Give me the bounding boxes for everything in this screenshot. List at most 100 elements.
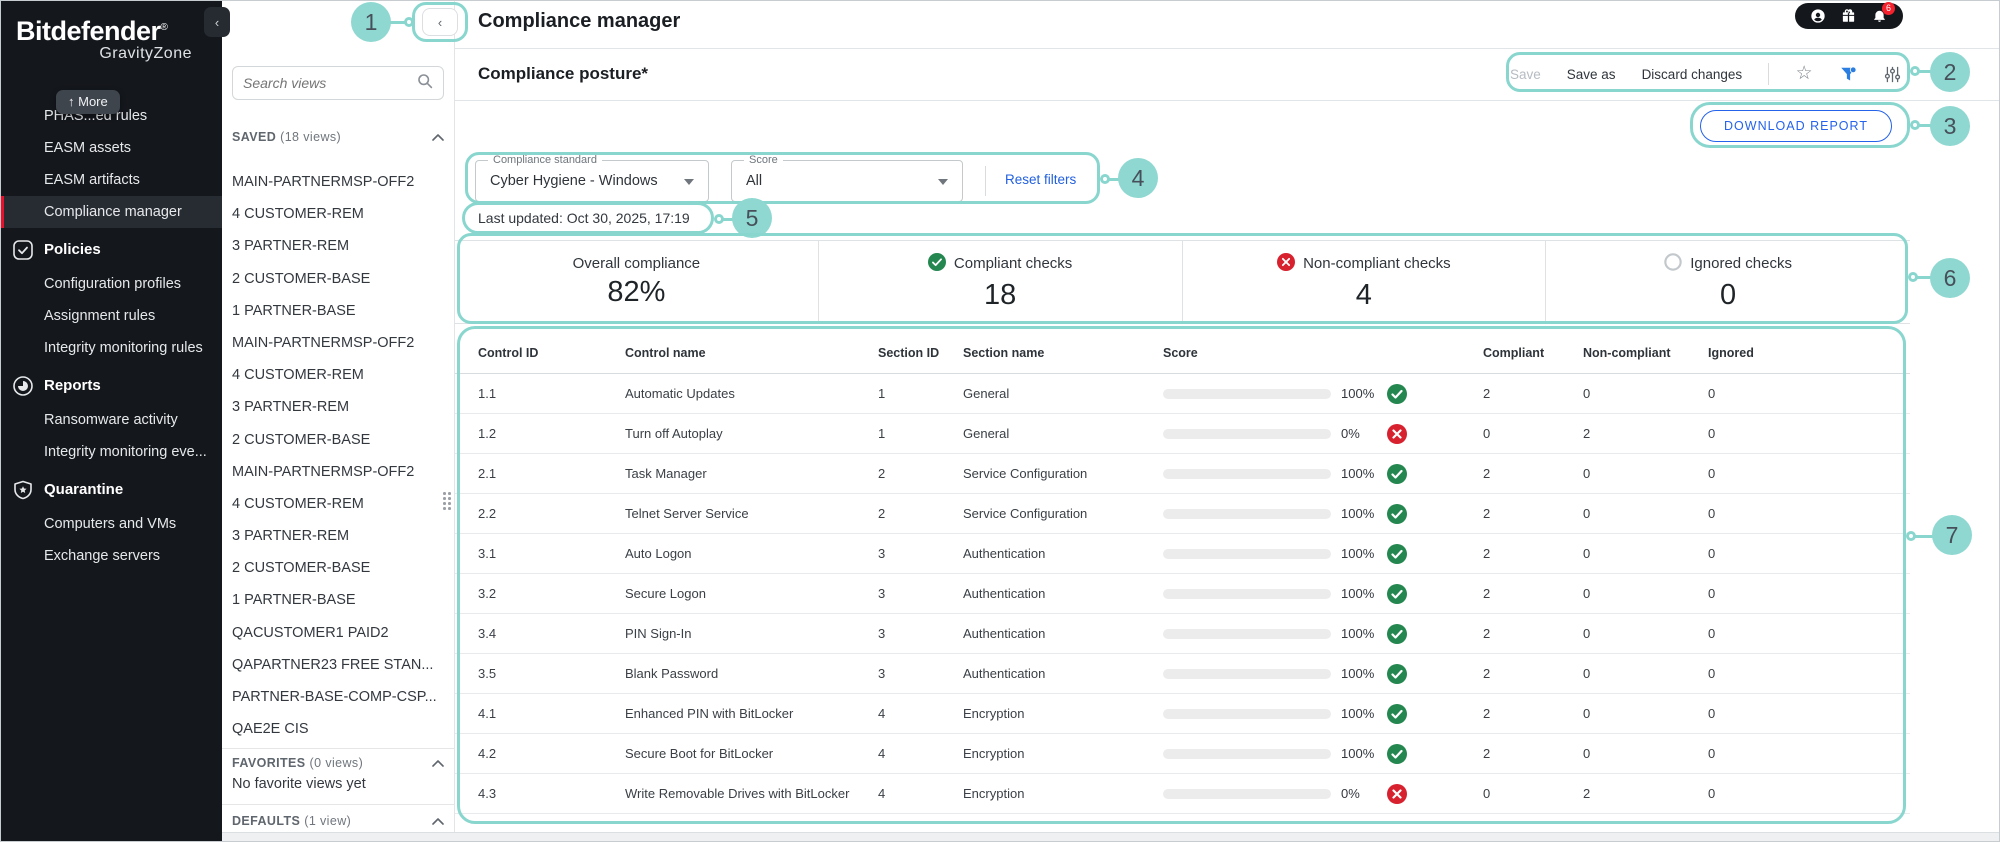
table-cell: 0 — [1708, 586, 1910, 601]
sidebar-item-easm-assets[interactable]: EASM assets — [0, 132, 222, 164]
table-cell: 0 — [1708, 626, 1910, 641]
table-cell: Encryption — [963, 746, 1163, 761]
table-cell: 3 — [878, 586, 963, 601]
table-cell: 0 — [1708, 706, 1910, 721]
chevron-up-icon[interactable] — [432, 130, 444, 144]
search-input[interactable] — [243, 75, 417, 91]
saved-view-item[interactable]: 3 PARTNER-REM — [222, 230, 454, 262]
sidebar-item-assignment-rules[interactable]: Assignment rules — [0, 300, 222, 332]
sidebar-item-ransomware-activity[interactable]: Ransomware activity — [0, 404, 222, 436]
column-header: Compliant — [1483, 346, 1583, 360]
gift-icon[interactable] — [1841, 8, 1857, 24]
table-cell: 2 — [878, 466, 963, 481]
chevron-up-icon[interactable] — [432, 814, 444, 828]
collapse-sidebar-button[interactable]: ‹ — [204, 7, 230, 37]
saved-section-header[interactable]: SAVED (18 views) — [232, 130, 444, 144]
saved-view-item[interactable]: MAIN-PARTNERMSP-OFF2 — [222, 166, 454, 198]
table-cell: PIN Sign-In — [625, 626, 878, 641]
saved-view-item[interactable]: 4 CUSTOMER-REM — [222, 198, 454, 230]
reset-filters-link[interactable]: Reset filters — [1005, 172, 1076, 187]
saved-view-item[interactable]: MAIN-PARTNERMSP-OFF2 — [222, 456, 454, 488]
saved-view-item[interactable]: MAIN-PARTNERMSP-OFF2 — [222, 327, 454, 359]
callout-circle-7: 7 — [1932, 515, 1972, 555]
table-row[interactable]: 3.1Auto Logon3Authentication100%200 — [455, 534, 1910, 574]
sidebar-section-reports[interactable]: Reports — [0, 368, 222, 404]
user-icon[interactable] — [1810, 8, 1826, 24]
more-tooltip[interactable]: ↑ More — [56, 90, 120, 114]
sidebar-item-computers-and-vms[interactable]: Computers and VMs — [0, 508, 222, 540]
sidebar-item-easm-artifacts[interactable]: EASM artifacts — [0, 164, 222, 196]
saved-view-item[interactable]: 4 CUSTOMER-REM — [222, 359, 454, 391]
bell-icon[interactable]: 6 — [1872, 8, 1888, 24]
table-cell: 0 — [1708, 466, 1910, 481]
table-cell: Turn off Autoplay — [625, 426, 878, 441]
table-row[interactable]: 4.3Write Removable Drives with BitLocker… — [455, 774, 1910, 814]
table-row[interactable]: 4.1Enhanced PIN with BitLocker4Encryptio… — [455, 694, 1910, 734]
saved-view-item[interactable]: 2 CUSTOMER-BASE — [222, 424, 454, 456]
saved-view-item[interactable]: 1 PARTNER-BASE — [222, 584, 454, 616]
table-cell: 0 — [1583, 466, 1708, 481]
saved-view-item[interactable]: 3 PARTNER-REM — [222, 520, 454, 552]
save-as-button[interactable]: Save as — [1567, 67, 1616, 82]
table-row[interactable]: 2.2Telnet Server Service2Service Configu… — [455, 494, 1910, 534]
notification-badge: 6 — [1882, 2, 1895, 15]
score-select[interactable]: Score All — [731, 160, 963, 202]
table-cell: 2 — [1483, 746, 1583, 761]
table-row[interactable]: 3.4PIN Sign-In3Authentication100%200 — [455, 614, 1910, 654]
score-bar — [1163, 469, 1331, 479]
panel-resize-handle[interactable] — [443, 492, 452, 518]
views-panel: SAVED (18 views) MAIN-PARTNERMSP-OFF24 C… — [222, 0, 455, 842]
table-cell: 0 — [1708, 386, 1910, 401]
table-cell: 0 — [1708, 746, 1910, 761]
registered-mark: ® — [161, 22, 168, 33]
sidebar: Bitdefender® GravityZone PHAS...ed rules… — [0, 0, 222, 842]
favorite-star-icon[interactable]: ☆ — [1795, 65, 1813, 83]
table-cell: 2 — [1483, 466, 1583, 481]
defaults-section-header[interactable]: DEFAULTS (1 view) — [232, 814, 444, 828]
views-search[interactable] — [232, 66, 444, 100]
sidebar-item-phasr-rules[interactable]: PHAS...ed rules ↑ More — [0, 100, 222, 132]
saved-view-item[interactable]: 1 PARTNER-BASE — [222, 295, 454, 327]
sidebar-section-policies[interactable]: Policies — [0, 232, 222, 268]
table-cell: Task Manager — [625, 466, 878, 481]
score-cell: 100% — [1163, 744, 1483, 764]
search-icon — [417, 73, 433, 94]
saved-view-item[interactable]: 3 PARTNER-REM — [222, 391, 454, 423]
saved-view-item[interactable]: QAPARTNER23 FREE STAN... — [222, 649, 454, 681]
filter-funnel-icon[interactable] — [1839, 65, 1857, 83]
saved-view-item[interactable]: QAE2E CIS — [222, 713, 454, 745]
sidebar-item-exchange-servers[interactable]: Exchange servers — [0, 540, 222, 572]
table-row[interactable]: 2.1Task Manager2Service Configuration100… — [455, 454, 1910, 494]
callout-circle-4: 4 — [1118, 158, 1158, 198]
sidebar-item-compliance-manager[interactable]: Compliance manager — [0, 196, 222, 228]
settings-sliders-icon[interactable] — [1883, 65, 1901, 83]
sidebar-item-configuration-profiles[interactable]: Configuration profiles — [0, 268, 222, 300]
chevron-up-icon[interactable] — [432, 756, 444, 770]
favorites-section-header[interactable]: FAVORITES (0 views) — [232, 756, 444, 770]
sidebar-item-integrity-monitoring-rules[interactable]: Integrity monitoring rules — [0, 332, 222, 364]
download-report-button[interactable]: DOWNLOAD REPORT — [1700, 110, 1892, 142]
table-cell: 0 — [1583, 706, 1708, 721]
table-cell: 2 — [878, 506, 963, 521]
table-cell: 0 — [1583, 746, 1708, 761]
table-row[interactable]: 4.2Secure Boot for BitLocker4Encryption1… — [455, 734, 1910, 774]
compliance-standard-select[interactable]: Compliance standard Cyber Hygiene - Wind… — [475, 160, 709, 202]
table-cell: 2 — [1483, 586, 1583, 601]
discard-changes-button[interactable]: Discard changes — [1642, 67, 1743, 82]
table-cell: Service Configuration — [963, 506, 1163, 521]
saved-view-item[interactable]: PARTNER-BASE-COMP-CSP... — [222, 681, 454, 713]
table-row[interactable]: 3.5Blank Password3Authentication100%200 — [455, 654, 1910, 694]
saved-view-item[interactable]: QACUSTOMER1 PAID2 — [222, 617, 454, 649]
collapse-views-button[interactable]: ‹ — [422, 8, 458, 36]
save-button[interactable]: Save — [1510, 67, 1541, 82]
score-bar — [1163, 429, 1331, 439]
saved-view-item[interactable]: 2 CUSTOMER-BASE — [222, 552, 454, 584]
table-row[interactable]: 3.2Secure Logon3Authentication100%200 — [455, 574, 1910, 614]
table-row[interactable]: 1.2Turn off Autoplay1General0%020 — [455, 414, 1910, 454]
sidebar-section-quarantine[interactable]: Quarantine — [0, 472, 222, 508]
table-cell: 0 — [1583, 546, 1708, 561]
saved-view-item[interactable]: 4 CUSTOMER-REM — [222, 488, 454, 520]
saved-view-item[interactable]: 2 CUSTOMER-BASE — [222, 263, 454, 295]
sidebar-item-integrity-monitoring-events[interactable]: Integrity monitoring eve... — [0, 436, 222, 468]
table-row[interactable]: 1.1Automatic Updates1General100%200 — [455, 374, 1910, 414]
